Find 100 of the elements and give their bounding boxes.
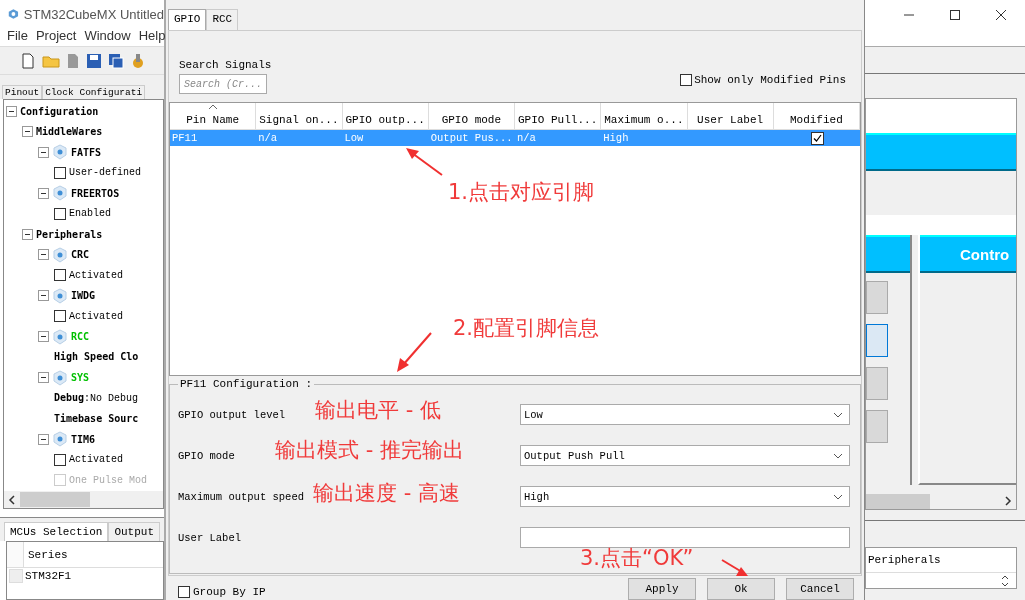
menu-item[interactable]: Project	[35, 28, 77, 46]
cube-icon	[52, 328, 68, 345]
arrow	[720, 558, 750, 578]
save-all-icon[interactable]	[108, 52, 124, 69]
checkbox[interactable]	[54, 166, 66, 179]
tree-label[interactable]: IWDG	[71, 290, 96, 302]
column-header[interactable]: GPIO outp...	[342, 103, 429, 129]
collapse-icon[interactable]	[38, 187, 49, 199]
dropdown[interactable]: Output Push Pull	[520, 445, 850, 466]
tab[interactable]: Clock Configurati	[42, 85, 146, 99]
header-bar	[866, 235, 910, 273]
column-header[interactable]: GPIO mode	[428, 103, 515, 129]
scroll-right-icon[interactable]	[1004, 496, 1012, 506]
checkbox[interactable]	[811, 131, 825, 145]
checkbox[interactable]	[54, 310, 66, 323]
column-header[interactable]: Modified	[773, 103, 860, 129]
tree-label: Timebase Sourc	[54, 412, 139, 425]
tree-label[interactable]: CRC	[71, 249, 90, 261]
save-icon[interactable]	[86, 52, 102, 69]
caret-icon	[833, 452, 843, 459]
tree-label: High Speed Clo	[54, 351, 139, 364]
checkbox-label: Group By IP	[193, 586, 266, 598]
dropdown[interactable]: High	[520, 486, 850, 507]
annotation-text: 3.点击“OK”	[580, 546, 694, 572]
menu-item[interactable]: Window	[84, 28, 131, 46]
collapse-icon[interactable]	[38, 331, 49, 343]
column-header[interactable]: Signal on...	[256, 103, 343, 129]
annotation-text: 2.配置引脚信息	[453, 316, 600, 342]
horizontal-scrollbar[interactable]	[4, 491, 163, 508]
collapse-icon[interactable]	[38, 372, 49, 384]
tab[interactable]: Pinout	[2, 85, 43, 99]
checkbox[interactable]	[54, 453, 66, 466]
collapse-icon[interactable]	[22, 126, 33, 138]
checkbox-label: Activated	[69, 310, 123, 322]
collapse-icon[interactable]	[38, 290, 49, 302]
cube-icon	[52, 369, 68, 386]
table-cell-text: PF11	[171, 132, 199, 144]
cube-icon	[52, 185, 68, 202]
scroll-left-icon[interactable]	[8, 494, 16, 505]
checkbox[interactable]	[54, 269, 66, 282]
tab[interactable]: GPIO	[168, 9, 207, 30]
table-cell-text: Output Pus...	[429, 132, 514, 144]
cube-icon	[8, 7, 19, 21]
dialog-button[interactable]: Ok	[707, 578, 775, 600]
checkbox[interactable]	[54, 207, 66, 220]
checkbox[interactable]	[178, 586, 190, 598]
checkbox-label: User-defined	[69, 167, 141, 179]
column-header: Series	[28, 548, 68, 561]
annotation-text: 1.点击对应引脚	[448, 180, 595, 206]
tree-label[interactable]: FATFS	[71, 146, 102, 158]
column-header[interactable]: Maximum o...	[601, 103, 688, 129]
dialog-button[interactable]: Cancel	[786, 578, 854, 600]
field-label: Maximum output speed	[178, 490, 305, 503]
field-label: User Label	[178, 531, 241, 544]
panel-button[interactable]	[866, 324, 888, 357]
dialog-button[interactable]: Apply	[628, 578, 696, 600]
search-field[interactable]: Search (Cr...	[179, 74, 267, 94]
cube-icon	[52, 246, 68, 263]
caret-icon	[833, 493, 843, 500]
group-title: PF11 Configuration :	[179, 378, 314, 390]
tab[interactable]: Output	[108, 522, 161, 541]
annotation-text: 输出模式 - 推完输出	[275, 438, 464, 464]
tree-label[interactable]: FREERTOS	[71, 187, 120, 199]
close-icon[interactable]	[995, 9, 1007, 21]
table-cell-text: High	[602, 132, 630, 144]
checkbox-label: Activated	[69, 269, 123, 281]
cube-icon	[52, 431, 68, 448]
collapse-icon[interactable]	[38, 433, 49, 445]
collapse-icon[interactable]	[6, 105, 17, 117]
column-header[interactable]: User Label	[687, 103, 774, 129]
table-cell-text: Low	[343, 132, 365, 144]
column-header: Peripherals	[868, 554, 941, 566]
dropdown[interactable]: Low	[520, 404, 850, 425]
collapse-icon[interactable]	[38, 146, 49, 158]
menu-item[interactable]: File	[7, 28, 28, 46]
checkbox-label: Activated	[69, 454, 123, 466]
menu-item[interactable]: Help	[138, 28, 166, 46]
maximize-icon[interactable]	[949, 9, 961, 21]
checkbox[interactable]	[680, 74, 693, 86]
tab[interactable]: RCC	[206, 9, 239, 30]
field-label: GPIO mode	[178, 449, 235, 462]
sort-icon	[207, 104, 218, 109]
tree-label[interactable]: Peripherals	[36, 228, 103, 240]
tree-label[interactable]: Configuration	[20, 105, 99, 117]
window-title: STM32CubeMX Untitled	[23, 6, 164, 22]
checkbox-label: One Pulse Mod	[69, 474, 147, 486]
column-header[interactable]: Pin Name	[170, 103, 257, 129]
column-header[interactable]: GPIO Pull...	[515, 103, 602, 129]
tree-label[interactable]: TIM6	[71, 433, 96, 445]
input-field[interactable]	[520, 527, 850, 548]
new-file-icon[interactable]	[20, 52, 36, 69]
search-label: Search Signals	[179, 59, 272, 71]
panel-header: Contro	[920, 235, 1016, 273]
table-cell-text: n/a	[257, 132, 279, 144]
spinner-icon[interactable]	[1000, 573, 1010, 589]
collapse-icon[interactable]	[38, 249, 49, 261]
tree-label[interactable]: MiddleWares	[36, 126, 103, 138]
collapse-icon[interactable]	[22, 228, 33, 240]
checkbox-label: Show only Modified Pins	[694, 74, 846, 86]
tab[interactable]: MCUs Selection	[4, 522, 109, 541]
